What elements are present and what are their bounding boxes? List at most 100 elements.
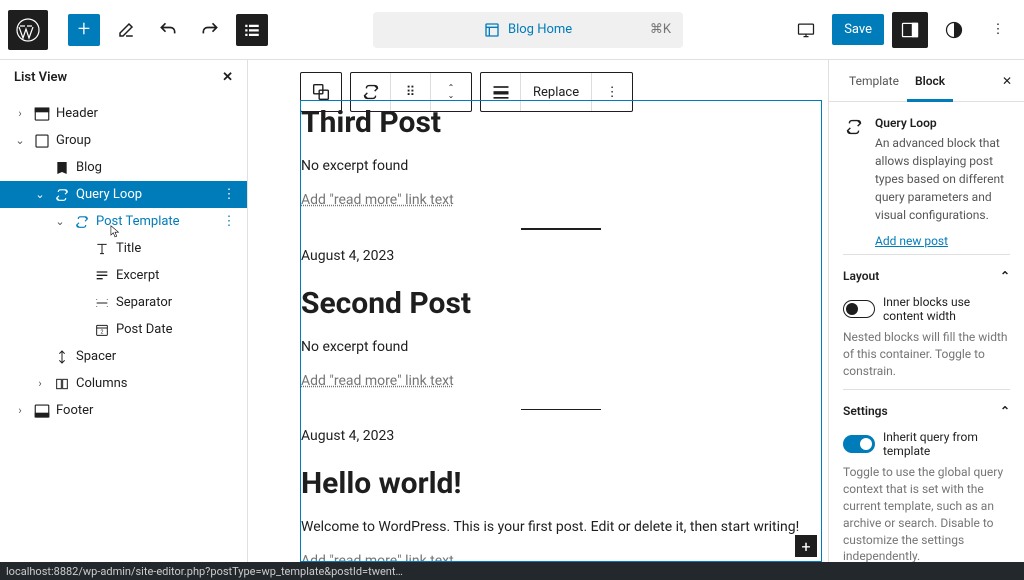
chevron-up-icon[interactable]: ⌃ — [1000, 269, 1010, 283]
document-title-bar[interactable]: Blog Home ⌘K — [373, 12, 683, 48]
status-bar: localhost:8882/wp-admin/site-editor.php?… — [0, 562, 1024, 580]
read-more-placeholder[interactable]: Add "read more" link text — [301, 192, 821, 208]
listview-item-query-loop[interactable]: ⌄ Query Loop ⋮ — [0, 181, 247, 208]
layout-help: Nested blocks will fill the width of thi… — [843, 329, 1010, 379]
block-name: Query Loop — [875, 116, 1010, 130]
listview-item-label: Excerpt — [116, 268, 239, 283]
post-excerpt[interactable]: No excerpt found — [301, 339, 821, 355]
post-item[interactable]: Third Post No excerpt found Add "read more… — [301, 101, 821, 276]
post-item[interactable]: Second Post No excerpt found Add "read mor… — [301, 276, 821, 457]
listview-item-post-template[interactable]: ⌄Post Template⋮ — [0, 208, 247, 235]
top-toolbar: + Blog Home ⌘K Save ⋮ — [0, 0, 1024, 60]
group-icon — [32, 132, 52, 150]
post-excerpt[interactable]: Welcome to WordPress. This is your first… — [301, 519, 821, 535]
undo-icon[interactable] — [152, 14, 184, 46]
listview-item-footer[interactable]: › Footer — [0, 397, 247, 424]
query-loop-block[interactable]: Third Post No excerpt found Add "read more… — [300, 100, 822, 562]
listview-item-blog[interactable]: Blog — [0, 154, 247, 181]
list-view-title: List View — [14, 70, 67, 85]
settings-panel-title: Settings — [843, 404, 888, 418]
listview-item-label: Title — [116, 241, 239, 256]
header-icon — [32, 105, 52, 123]
chevron-icon[interactable]: ⌄ — [32, 188, 48, 201]
listview-item-label: Separator — [116, 295, 239, 310]
listview-item-header[interactable]: › Header — [0, 100, 247, 127]
chevron-icon[interactable]: › — [32, 377, 48, 390]
loop-icon — [52, 186, 72, 204]
listview-item-columns[interactable]: › Columns — [0, 370, 247, 397]
tab-template[interactable]: Template — [841, 60, 907, 102]
post-excerpt[interactable]: No excerpt found — [301, 158, 821, 174]
listview-item-label: Post Date — [116, 322, 239, 337]
post-date[interactable]: August 4, 2023 — [301, 428, 821, 444]
separator-icon — [92, 295, 112, 311]
block-description: An advanced block that allows displaying… — [875, 134, 1010, 224]
listview-item-label: Blog — [76, 160, 239, 175]
listview-item-title[interactable]: Title — [0, 235, 247, 262]
save-button[interactable]: Save — [832, 14, 884, 45]
post-date[interactable]: August 4, 2023 — [301, 248, 821, 264]
list-view-panel: List View ✕ › Header ⌄ Group Blog ⌄ Query Loop… — [0, 60, 248, 562]
separator — [521, 409, 601, 411]
chevron-icon[interactable]: › — [12, 404, 28, 417]
listview-item-label: Query Loop — [76, 187, 215, 202]
view-desktop-icon[interactable] — [788, 12, 824, 48]
close-listview-icon[interactable]: ✕ — [222, 70, 233, 85]
post-title[interactable]: Hello world! — [301, 456, 821, 501]
listview-toggle-icon[interactable] — [236, 14, 268, 46]
post-title[interactable]: Third Post — [301, 101, 821, 140]
chevron-icon[interactable]: › — [12, 107, 28, 120]
page-icon — [52, 160, 72, 176]
excerpt-icon — [92, 268, 112, 284]
styles-icon[interactable] — [936, 12, 972, 48]
chevron-up-icon[interactable]: ⌃ — [1000, 404, 1010, 418]
listview-item-label: Footer — [56, 403, 239, 418]
item-more-icon[interactable]: ⋮ — [219, 214, 239, 229]
more-menu-icon[interactable]: ⋮ — [980, 12, 1016, 48]
post-item[interactable]: Hello world! Welcome to WordPress. This i… — [301, 456, 821, 562]
chevron-icon[interactable]: ⌄ — [52, 215, 68, 228]
title-icon — [92, 241, 112, 257]
tab-block[interactable]: Block — [907, 60, 953, 102]
listview-item-label: Columns — [76, 376, 239, 391]
read-more-placeholder[interactable]: Add "read more" link text — [301, 553, 821, 562]
listview-item-label: Group — [56, 133, 239, 148]
loop-icon — [843, 116, 865, 248]
add-block-button[interactable]: + — [68, 14, 100, 46]
separator — [521, 228, 601, 230]
date-icon: 2 — [92, 322, 112, 338]
add-block-inline-icon[interactable]: + — [795, 535, 817, 557]
post-title[interactable]: Second Post — [301, 276, 821, 321]
editor-canvas[interactable]: ⠿ ⌃⌄ Replace ⋮ Third PostNo excerpt foun… — [248, 60, 828, 562]
columns-icon — [52, 376, 72, 392]
listview-item-label: Header — [56, 106, 239, 121]
listview-item-spacer[interactable]: Spacer — [0, 343, 247, 370]
close-settings-icon[interactable]: ✕ — [1002, 74, 1012, 88]
redo-icon[interactable] — [194, 14, 226, 46]
footer-icon — [32, 402, 52, 420]
command-shortcut: ⌘K — [650, 22, 671, 37]
item-more-icon[interactable]: ⋮ — [219, 187, 239, 202]
content-width-toggle[interactable] — [843, 300, 875, 318]
listview-item-excerpt[interactable]: Excerpt — [0, 262, 247, 289]
document-title: Blog Home — [508, 22, 572, 37]
loop-icon — [72, 213, 92, 231]
add-new-post-link[interactable]: Add new post — [875, 234, 948, 248]
chevron-icon[interactable]: ⌄ — [12, 134, 28, 147]
listview-item-group[interactable]: ⌄ Group — [0, 127, 247, 154]
status-url: localhost:8882/wp-admin/site-editor.php?… — [6, 565, 403, 578]
listview-item-label: Spacer — [76, 349, 239, 364]
inherit-query-help: Toggle to use the global query context t… — [843, 464, 1010, 562]
settings-sidebar-toggle[interactable] — [892, 12, 928, 48]
inherit-query-label: Inherit query from template — [883, 430, 1010, 458]
settings-sidebar: Template Block ✕ Query Loop An advanced … — [828, 60, 1024, 562]
edit-mode-icon[interactable] — [110, 14, 142, 46]
content-width-label: Inner blocks use content width — [883, 295, 1010, 323]
template-icon — [484, 22, 500, 38]
listview-item-separator[interactable]: Separator — [0, 289, 247, 316]
wordpress-logo[interactable] — [8, 10, 48, 50]
inherit-query-toggle[interactable] — [843, 435, 875, 453]
layout-panel-title: Layout — [843, 269, 879, 283]
read-more-placeholder[interactable]: Add "read more" link text — [301, 373, 821, 389]
listview-item-post-date[interactable]: 2 Post Date — [0, 316, 247, 343]
